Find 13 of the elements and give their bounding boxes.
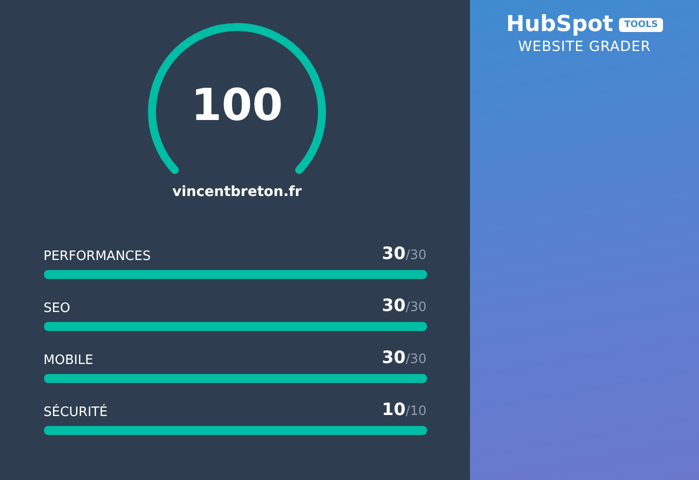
brand-logo: HubSpot <box>506 12 614 37</box>
metric-score: 30/30 <box>382 296 426 316</box>
metric-score: 30/30 <box>382 348 426 368</box>
metric-label: MOBILE <box>44 353 94 368</box>
metric-score: 30/30 <box>382 244 426 264</box>
tools-badge: TOOLS <box>619 18 663 32</box>
metric-label: PERFORMANCES <box>44 249 151 264</box>
metric-label: SÉCURITÉ <box>44 405 108 420</box>
metric-label: SEO <box>44 301 70 316</box>
site-url: vincentbreton.fr <box>172 184 302 200</box>
product-title: WEBSITE GRADER <box>518 39 651 55</box>
metric-score: 10/10 <box>382 400 426 420</box>
score-value: 100 <box>190 84 284 128</box>
